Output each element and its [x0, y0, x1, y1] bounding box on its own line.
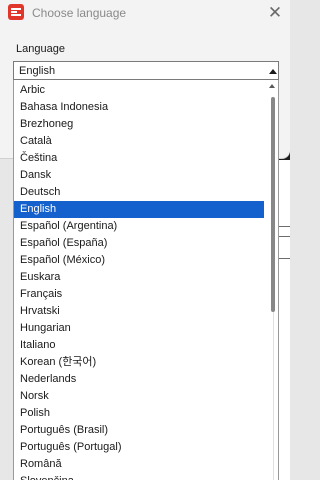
chevron-up-icon	[269, 69, 277, 74]
background-pane	[278, 160, 290, 480]
language-option[interactable]: Português (Brasil)	[14, 422, 264, 439]
language-options: Arbic Bahasa Indonesia Brezhoneg Català Češt…	[14, 82, 264, 480]
language-option[interactable]: Euskara	[14, 269, 264, 286]
language-option[interactable]: Nederlands	[14, 371, 264, 388]
language-option[interactable]: Español (México)	[14, 252, 264, 269]
language-option[interactable]: Čeština	[14, 150, 264, 167]
language-option[interactable]: Slovenčina	[14, 473, 264, 480]
language-dropdown-list: Arbic Bahasa Indonesia Brezhoneg Català Češt…	[13, 80, 279, 480]
language-option[interactable]: Norsk	[14, 388, 264, 405]
language-select-value: English	[19, 65, 56, 77]
language-option[interactable]: Polish	[14, 405, 264, 422]
language-option[interactable]: Hrvatski	[14, 303, 264, 320]
language-option[interactable]: Italiano	[14, 337, 264, 354]
language-option[interactable]: Arbic	[14, 82, 264, 99]
language-option[interactable]: Deutsch	[14, 184, 264, 201]
background-divider	[278, 258, 290, 259]
app-logo-icon	[8, 4, 24, 20]
language-option[interactable]: Română	[14, 456, 264, 473]
dropdown-scrollbar[interactable]	[266, 80, 278, 480]
scrollbar-thumb[interactable]	[271, 97, 275, 312]
language-option[interactable]: Català	[14, 133, 264, 150]
dialog-title: Choose language	[32, 6, 127, 20]
language-option[interactable]: Español (España)	[14, 235, 264, 252]
language-option[interactable]: Brezhoneg	[14, 116, 264, 133]
background-divider	[278, 226, 290, 227]
close-icon[interactable]: ✕	[264, 2, 286, 24]
dialog-titlebar: Choose language ✕	[0, 0, 290, 28]
language-option[interactable]: Dansk	[14, 167, 264, 184]
language-option[interactable]: English	[14, 201, 264, 218]
language-option[interactable]: Français	[14, 286, 264, 303]
background-divider	[278, 236, 290, 237]
language-option[interactable]: Bahasa Indonesia	[14, 99, 264, 116]
language-select[interactable]: English	[13, 61, 279, 80]
language-option[interactable]: Korean (한국어)	[14, 354, 264, 371]
language-option[interactable]: Español (Argentina)	[14, 218, 264, 235]
language-option[interactable]: Hungarian	[14, 320, 264, 337]
language-label: Language	[16, 43, 65, 55]
language-option[interactable]: Português (Portugal)	[14, 439, 264, 456]
scroll-up-icon[interactable]	[269, 84, 275, 88]
